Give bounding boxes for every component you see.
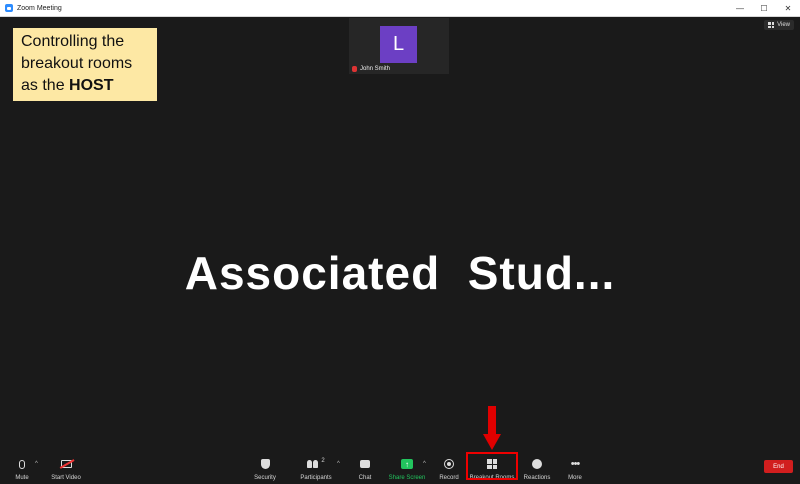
participant-tile[interactable]: L John Smith: [349, 18, 449, 74]
participants-button[interactable]: 2 Participants: [298, 452, 334, 484]
video-off-icon: [60, 460, 72, 468]
participant-name-tag: John Smith: [352, 66, 390, 72]
chat-icon: [360, 460, 370, 468]
chat-label: Chat: [358, 475, 372, 481]
share-screen-icon: ↑: [401, 459, 413, 469]
red-arrow-pointer: [483, 406, 501, 450]
callout-line-3: as the HOST: [21, 75, 157, 97]
window-titlebar: Zoom Meeting — ☐ ✕: [0, 0, 800, 17]
shared-screen-title: Associated Stud...: [184, 247, 616, 299]
view-button[interactable]: View: [764, 20, 794, 30]
callout-line-2: breakout rooms: [21, 55, 133, 72]
callout-host-label: HOST: [69, 77, 114, 94]
meeting-toolbar: Mute ^ Start Video Security 2 Participan…: [0, 452, 800, 484]
record-icon: [444, 459, 454, 469]
share-screen-label: Share Screen: [388, 475, 426, 481]
maximize-button[interactable]: ☐: [752, 0, 776, 16]
participant-name: John Smith: [360, 66, 391, 72]
reactions-icon: [532, 459, 542, 469]
start-video-button[interactable]: Start Video: [48, 452, 84, 484]
participants-count: 2: [321, 458, 325, 464]
mute-label: Mute: [15, 475, 29, 481]
start-video-label: Start Video: [51, 475, 81, 481]
shield-icon: [260, 459, 270, 469]
instruction-callout: Controlling the breakout rooms as the HO…: [13, 28, 157, 101]
participants-icon: [307, 460, 319, 468]
breakout-rooms-highlight-box: [466, 452, 518, 480]
microphone-icon: [19, 459, 25, 469]
record-button[interactable]: Record: [437, 452, 461, 484]
chat-button[interactable]: Chat: [354, 452, 376, 484]
security-label: Security: [254, 475, 276, 481]
close-button[interactable]: ✕: [776, 0, 800, 16]
end-meeting-button[interactable]: End: [764, 460, 793, 473]
more-button[interactable]: ••• More: [563, 452, 587, 484]
minimize-button[interactable]: —: [728, 0, 752, 16]
zoom-app-icon: [5, 4, 13, 12]
reactions-label: Reactions: [523, 475, 551, 481]
grid-view-icon: [768, 22, 775, 28]
share-screen-button[interactable]: ↑ Share Screen: [389, 452, 425, 484]
participants-options-caret[interactable]: ^: [337, 461, 340, 467]
view-button-label: View: [777, 22, 790, 28]
share-options-caret[interactable]: ^: [423, 461, 426, 467]
reactions-button[interactable]: Reactions: [522, 452, 552, 484]
audio-options-caret[interactable]: ^: [35, 461, 38, 467]
callout-line-3-prefix: as the: [21, 77, 70, 94]
window-title: Zoom Meeting: [17, 4, 62, 12]
record-label: Record: [439, 475, 459, 481]
more-icon: •••: [570, 458, 581, 470]
participants-label: Participants: [300, 475, 332, 481]
window-controls: — ☐ ✕: [728, 0, 800, 16]
security-button[interactable]: Security: [251, 452, 279, 484]
muted-mic-icon: [352, 66, 357, 72]
mute-button[interactable]: Mute: [11, 452, 33, 484]
more-label: More: [568, 475, 582, 481]
callout-line-1: Controlling the: [21, 33, 125, 50]
participant-avatar: L: [380, 26, 417, 63]
